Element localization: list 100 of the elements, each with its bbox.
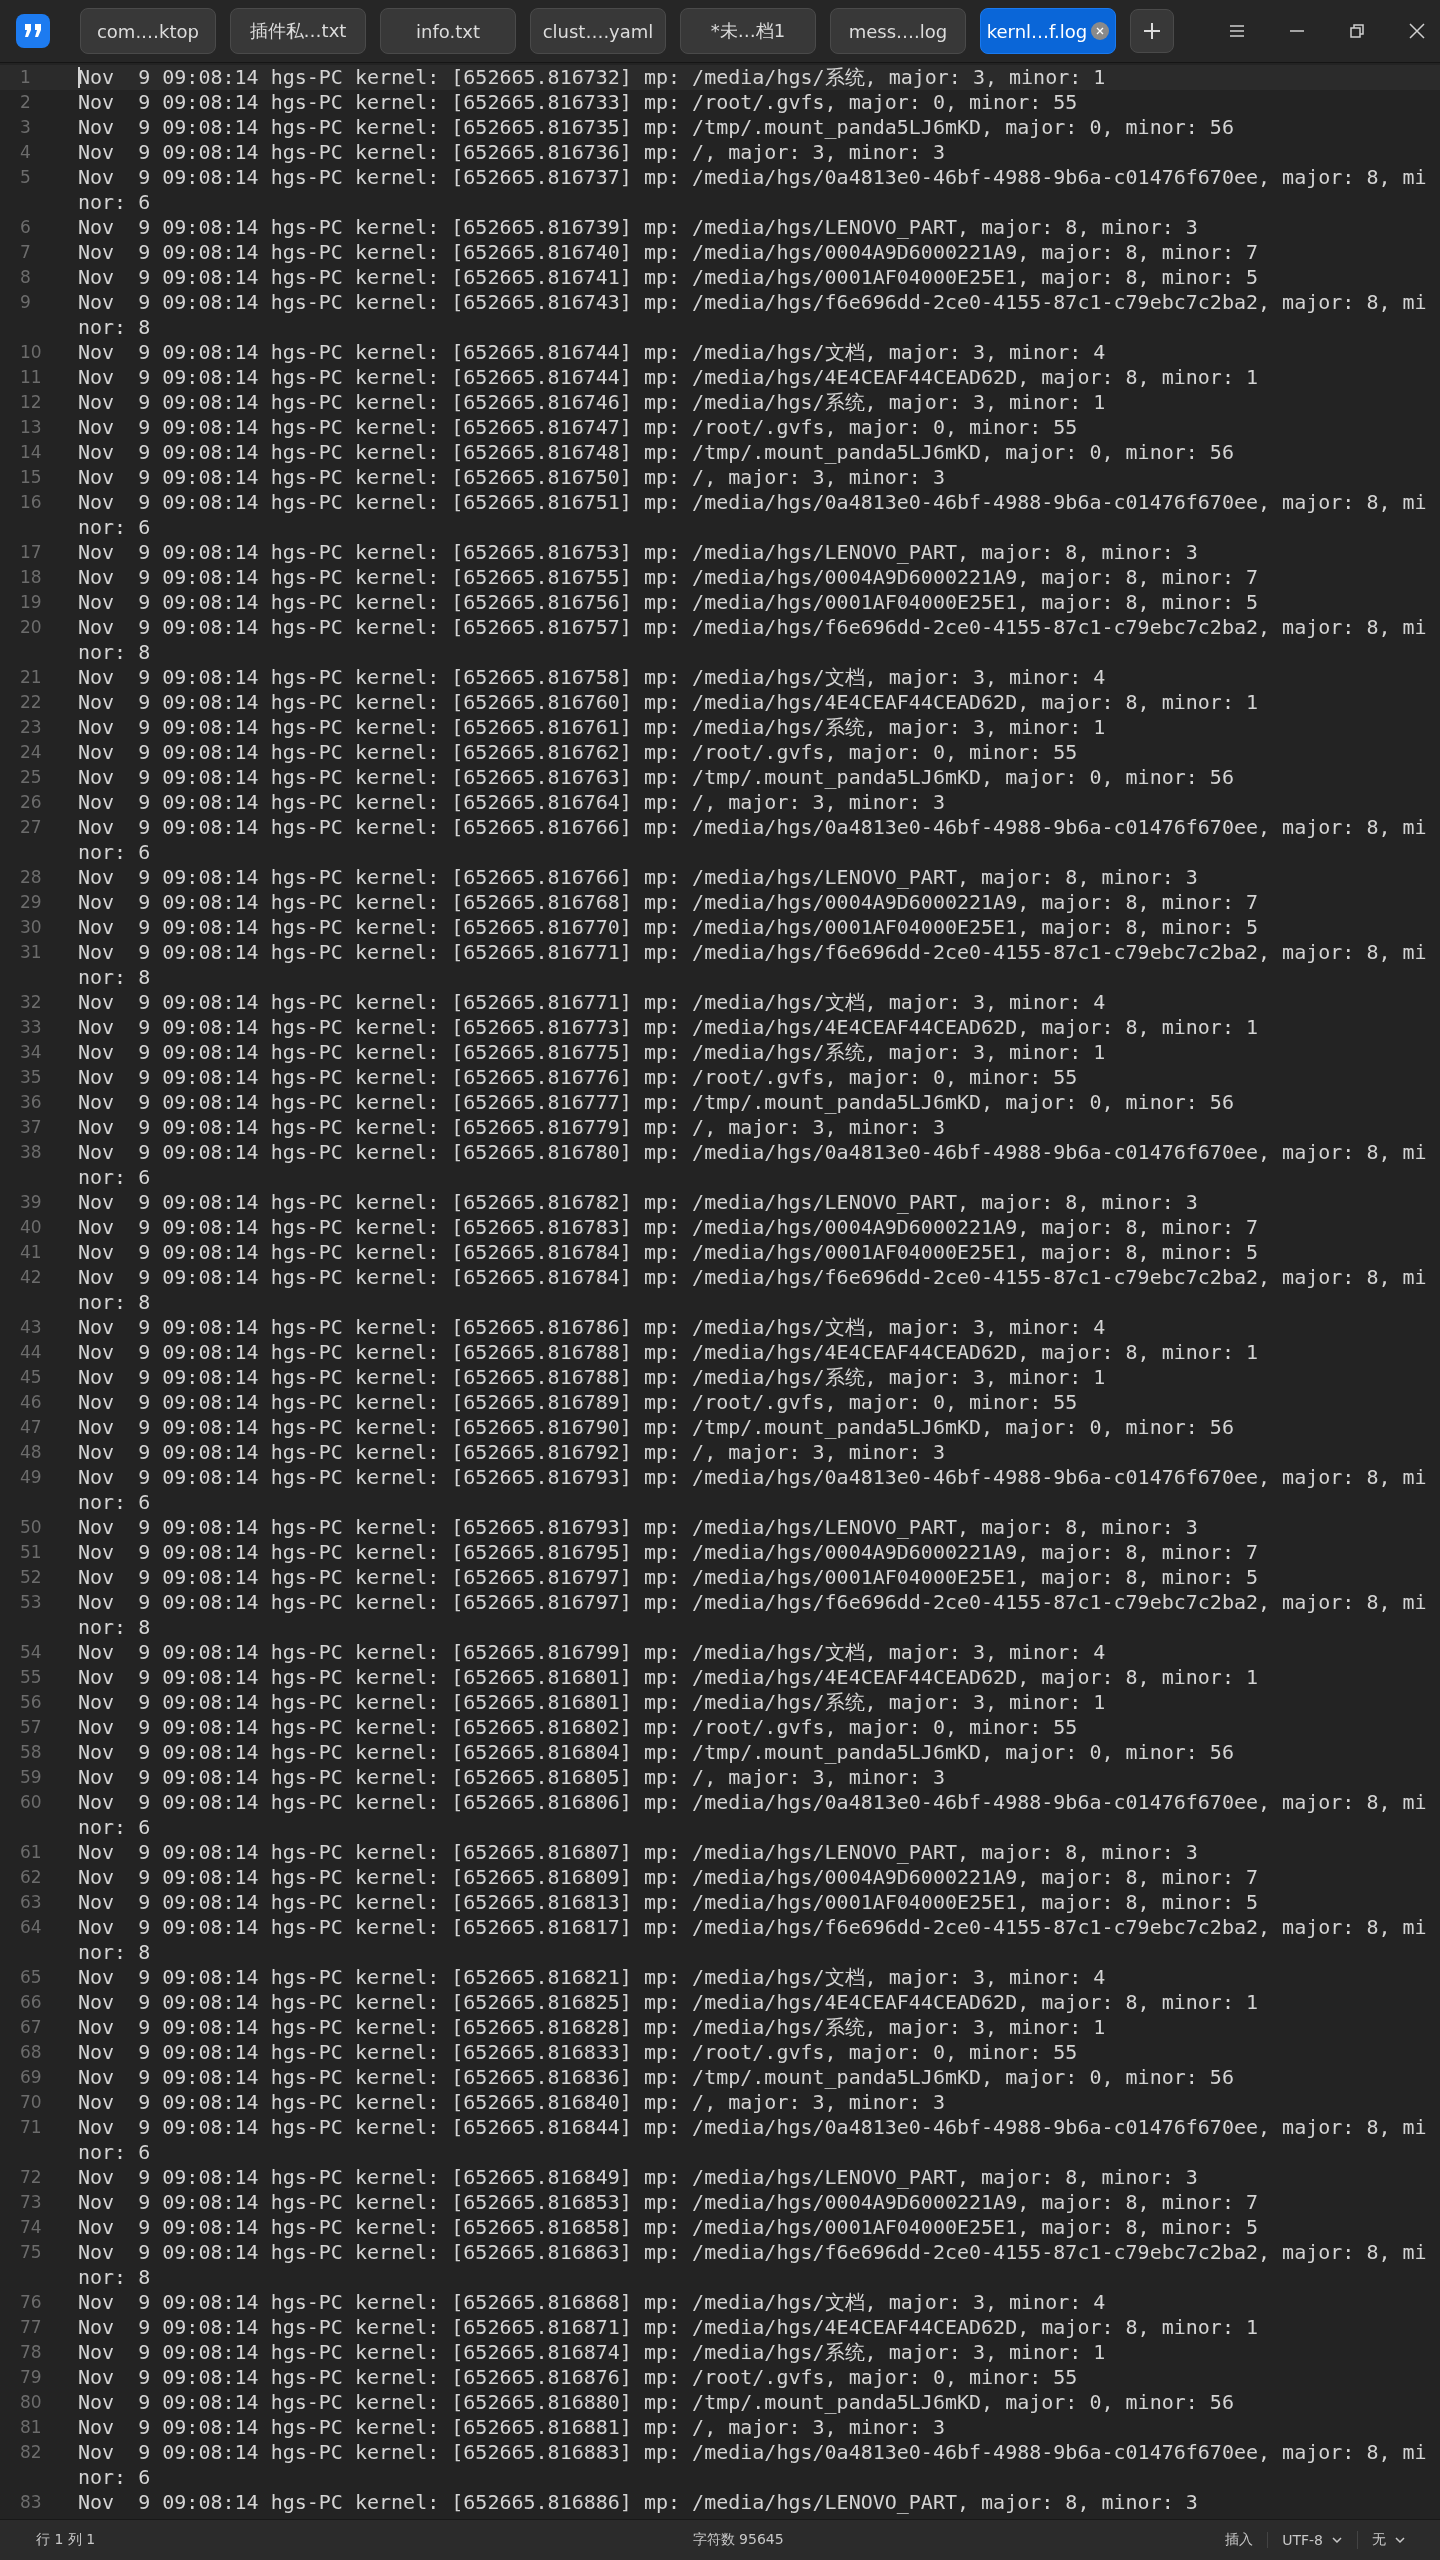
log-line: Nov 9 09:08:14 hgs-PC kernel: [652665.816746] mp: /media/hgs/系统, major: 3, minor: 1 — [78, 390, 1107, 415]
file-tab[interactable]: mess….log — [830, 8, 966, 54]
line-number: 25 — [19, 766, 43, 789]
log-line: Nov 9 09:08:14 hgs-PC kernel: [652665.816788] mp: /media/hgs/系统, major: 3, minor: 1 — [78, 1365, 1107, 1390]
log-line: Nov 9 09:08:14 hgs-PC kernel: [652665.816761] mp: /media/hgs/系统, major: 3, minor: 1 — [78, 715, 1107, 740]
log-line: Nov 9 09:08:14 hgs-PC kernel: [652665.816740] mp: /media/hgs/0004A9D6000221A9, major: 8, minor: 7 — [78, 240, 1260, 265]
log-line: Nov 9 09:08:14 hgs-PC kernel: [652665.816813] mp: /media/hgs/0001AF04000E25E1, major: 8, minor: 5 — [78, 1890, 1260, 1915]
line-number: 40 — [19, 1216, 43, 1239]
line-number: 22 — [19, 691, 43, 714]
log-line: Nov 9 09:08:14 hgs-PC kernel: [652665.816802] mp: /root/.gvfs, major: 0, minor: 55 — [78, 1715, 1079, 1740]
line-number: 79 — [19, 2366, 43, 2389]
log-line: Nov 9 09:08:14 hgs-PC kernel: [652665.816799] mp: /media/hgs/文档, major: 3, minor: 4 — [78, 1640, 1107, 1665]
character-count: 字符数 95645 — [692, 2531, 784, 2549]
file-tab[interactable]: kernl…f.log — [980, 8, 1116, 54]
log-line: Nov 9 09:08:14 hgs-PC kernel: [652665.816737] mp: /media/hgs/0a4813e0-46bf-4988-9b6a-c01476f670ee, major: 8, minor: 6 — [78, 165, 1427, 215]
log-line: Nov 9 09:08:14 hgs-PC kernel: [652665.816771] mp: /media/hgs/f6e696dd-2ce0-4155-87c1-c79ebc7c2ba2, major: 8, minor: 8 — [78, 940, 1427, 990]
line-number: 56 — [19, 1691, 43, 1714]
log-line: Nov 9 09:08:14 hgs-PC kernel: [652665.816741] mp: /media/hgs/0001AF04000E25E1, major: 8, minor: 5 — [78, 265, 1260, 290]
log-line: Nov 9 09:08:14 hgs-PC kernel: [652665.816874] mp: /media/hgs/系统, major: 3, minor: 1 — [78, 2340, 1107, 2365]
log-line: Nov 9 09:08:14 hgs-PC kernel: [652665.816735] mp: /tmp/.mount_panda5LJ6mKD, major: 0, minor: 56 — [78, 115, 1235, 140]
file-tab[interactable]: com.…ktop — [80, 8, 216, 54]
line-number: 27 — [19, 816, 43, 839]
log-line: Nov 9 09:08:14 hgs-PC kernel: [652665.816840] mp: /, major: 3, minor: 3 — [78, 2090, 946, 2115]
line-number: 61 — [19, 1841, 43, 1864]
line-number: 47 — [19, 1416, 43, 1439]
log-line: Nov 9 09:08:14 hgs-PC kernel: [652665.816758] mp: /media/hgs/文档, major: 3, minor: 4 — [78, 665, 1107, 690]
line-number: 12 — [19, 391, 43, 414]
line-number: 1 — [19, 66, 32, 89]
log-line: Nov 9 09:08:14 hgs-PC kernel: [652665.816784] mp: /media/hgs/f6e696dd-2ce0-4155-87c1-c79ebc7c2ba2, major: 8, minor: 8 — [78, 1265, 1427, 1315]
line-number: 58 — [19, 1741, 43, 1764]
file-tab[interactable]: info.txt — [380, 8, 516, 54]
line-ending-dropdown[interactable]: 无 — [1357, 2531, 1420, 2549]
line-number: 74 — [19, 2216, 43, 2239]
line-number: 7 — [19, 241, 32, 264]
line-number: 15 — [19, 466, 43, 489]
line-number: 71 — [19, 2116, 43, 2139]
log-line: Nov 9 09:08:14 hgs-PC kernel: [652665.816768] mp: /media/hgs/0004A9D6000221A9, major: 8, minor: 7 — [78, 890, 1260, 915]
line-number: 2 — [19, 91, 32, 114]
line-number: 21 — [19, 666, 43, 689]
log-line: Nov 9 09:08:14 hgs-PC kernel: [652665.816801] mp: /media/hgs/系统, major: 3, minor: 1 — [78, 1690, 1107, 1715]
line-number: 26 — [19, 791, 43, 814]
log-line: Nov 9 09:08:14 hgs-PC kernel: [652665.816751] mp: /media/hgs/0a4813e0-46bf-4988-9b6a-c01476f670ee, major: 8, minor: 6 — [78, 490, 1427, 540]
log-line: Nov 9 09:08:14 hgs-PC kernel: [652665.816833] mp: /root/.gvfs, major: 0, minor: 55 — [78, 2040, 1079, 2065]
line-number: 16 — [19, 491, 43, 514]
log-line: Nov 9 09:08:14 hgs-PC kernel: [652665.816770] mp: /media/hgs/0001AF04000E25E1, major: 8, minor: 5 — [78, 915, 1260, 940]
log-line: Nov 9 09:08:14 hgs-PC kernel: [652665.816881] mp: /, major: 3, minor: 3 — [78, 2415, 946, 2440]
line-number: 17 — [19, 541, 43, 564]
line-number: 68 — [19, 2041, 43, 2064]
line-number: 52 — [19, 1566, 43, 1589]
log-line: Nov 9 09:08:14 hgs-PC kernel: [652665.816757] mp: /media/hgs/f6e696dd-2ce0-4155-87c1-c79ebc7c2ba2, major: 8, minor: 8 — [78, 615, 1427, 665]
log-line: Nov 9 09:08:14 hgs-PC kernel: [652665.816821] mp: /media/hgs/文档, major: 3, minor: 4 — [78, 1965, 1107, 1990]
encoding-dropdown[interactable]: UTF-8 — [1267, 2532, 1357, 2548]
log-line: Nov 9 09:08:14 hgs-PC kernel: [652665.816828] mp: /media/hgs/系统, major: 3, minor: 1 — [78, 2015, 1107, 2040]
log-line: Nov 9 09:08:14 hgs-PC kernel: [652665.816766] mp: /media/hgs/LENOVO_PART, major: 8, minor: 3 — [78, 865, 1199, 890]
log-line: Nov 9 09:08:14 hgs-PC kernel: [652665.816762] mp: /root/.gvfs, major: 0, minor: 55 — [78, 740, 1079, 765]
log-line: Nov 9 09:08:14 hgs-PC kernel: [652665.816777] mp: /tmp/.mount_panda5LJ6mKD, major: 0, minor: 56 — [78, 1090, 1235, 1115]
line-number: 48 — [19, 1441, 43, 1464]
log-line: Nov 9 09:08:14 hgs-PC kernel: [652665.816771] mp: /media/hgs/文档, major: 3, minor: 4 — [78, 990, 1107, 1015]
file-tab[interactable]: 插件私…txt — [230, 8, 366, 54]
line-number: 18 — [19, 566, 43, 589]
line-number: 49 — [19, 1466, 43, 1489]
line-number: 35 — [19, 1066, 43, 1089]
line-number: 78 — [19, 2341, 43, 2364]
line-number: 30 — [19, 916, 43, 939]
line-number: 77 — [19, 2316, 43, 2339]
line-number: 67 — [19, 2016, 43, 2039]
line-number: 80 — [19, 2391, 43, 2414]
log-line: Nov 9 09:08:14 hgs-PC kernel: [652665.816817] mp: /media/hgs/f6e696dd-2ce0-4155-87c1-c79ebc7c2ba2, major: 8, minor: 8 — [78, 1915, 1427, 1965]
line-number: 51 — [19, 1541, 43, 1564]
line-number: 5 — [19, 166, 32, 189]
log-line: Nov 9 09:08:14 hgs-PC kernel: [652665.816793] mp: /media/hgs/LENOVO_PART, major: 8, minor: 3 — [78, 1515, 1199, 1540]
line-number: 24 — [19, 741, 43, 764]
insert-mode-button[interactable]: 插入 — [1211, 2531, 1268, 2549]
line-number: 60 — [19, 1791, 43, 1814]
line-number: 9 — [19, 291, 32, 314]
line-number: 14 — [19, 441, 43, 464]
file-tab[interactable]: *未…档1 — [680, 8, 816, 54]
log-line: Nov 9 09:08:14 hgs-PC kernel: [652665.816755] mp: /media/hgs/0004A9D6000221A9, major: 8, minor: 7 — [78, 565, 1260, 590]
log-line: Nov 9 09:08:14 hgs-PC kernel: [652665.816782] mp: /media/hgs/LENOVO_PART, major: 8, minor: 3 — [78, 1190, 1199, 1215]
log-line: Nov 9 09:08:14 hgs-PC kernel: [652665.816853] mp: /media/hgs/0004A9D6000221A9, major: 8, minor: 7 — [78, 2190, 1260, 2215]
line-number: 29 — [19, 891, 43, 914]
log-line: Nov 9 09:08:14 hgs-PC kernel: [652665.816764] mp: /, major: 3, minor: 3 — [78, 790, 946, 815]
line-number: 57 — [19, 1716, 43, 1739]
log-line: Nov 9 09:08:14 hgs-PC kernel: [652665.816883] mp: /media/hgs/0a4813e0-46bf-4988-9b6a-c01476f670ee, major: 8, minor: 6 — [78, 2440, 1427, 2490]
log-line: Nov 9 09:08:14 hgs-PC kernel: [652665.816733] mp: /root/.gvfs, major: 0, minor: 55 — [78, 90, 1079, 115]
log-line: Nov 9 09:08:14 hgs-PC kernel: [652665.816747] mp: /root/.gvfs, major: 0, minor: 55 — [78, 415, 1079, 440]
line-number: 59 — [19, 1766, 43, 1789]
line-number: 6 — [19, 216, 32, 239]
line-number: 34 — [19, 1041, 43, 1064]
file-tab[interactable]: clust….yaml — [530, 8, 666, 54]
log-line: Nov 9 09:08:14 hgs-PC kernel: [652665.816744] mp: /media/hgs/4E4CEAF44CEAD62D, major: 8, minor: 1 — [78, 365, 1260, 390]
log-line: Nov 9 09:08:14 hgs-PC kernel: [652665.816801] mp: /media/hgs/4E4CEAF44CEAD62D, major: 8, minor: 1 — [78, 1665, 1260, 1690]
line-number: 11 — [19, 366, 43, 389]
line-number: 62 — [19, 1866, 43, 1889]
log-line: Nov 9 09:08:14 hgs-PC kernel: [652665.816784] mp: /media/hgs/0001AF04000E25E1, major: 8, minor: 5 — [78, 1240, 1260, 1265]
log-line: Nov 9 09:08:14 hgs-PC kernel: [652665.816790] mp: /tmp/.mount_panda5LJ6mKD, major: 0, minor: 56 — [78, 1415, 1235, 1440]
log-line: Nov 9 09:08:14 hgs-PC kernel: [652665.816753] mp: /media/hgs/LENOVO_PART, major: 8, minor: 3 — [78, 540, 1199, 565]
log-line: Nov 9 09:08:14 hgs-PC kernel: [652665.816863] mp: /media/hgs/f6e696dd-2ce0-4155-87c1-c79ebc7c2ba2, major: 8, minor: 8 — [78, 2240, 1427, 2290]
log-line: Nov 9 09:08:14 hgs-PC kernel: [652665.816806] mp: /media/hgs/0a4813e0-46bf-4988-9b6a-c01476f670ee, major: 8, minor: 6 — [78, 1790, 1427, 1840]
line-number: 50 — [19, 1516, 43, 1539]
